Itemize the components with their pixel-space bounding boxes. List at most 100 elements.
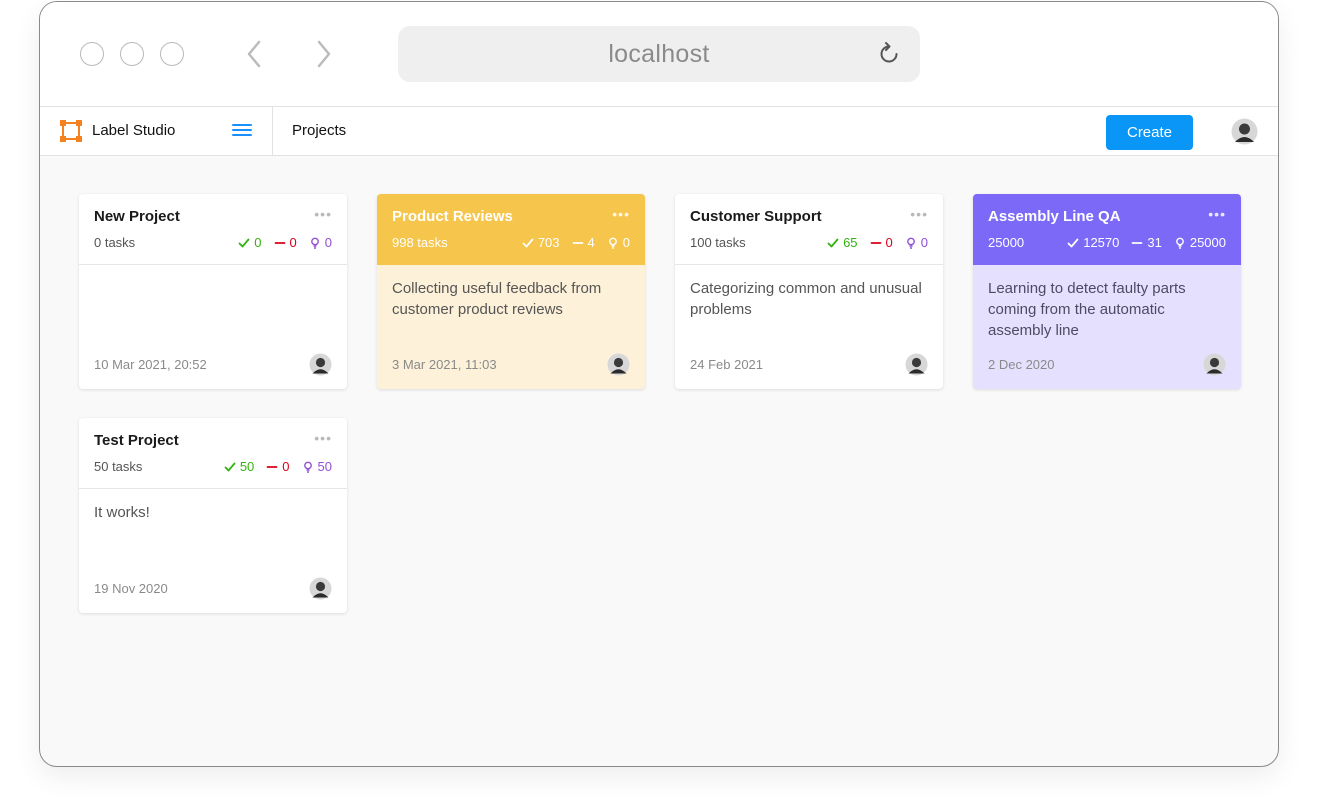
project-date: 2 Dec 2020: [988, 357, 1055, 372]
predictions-count: 50: [317, 459, 332, 474]
forward-arrow-icon[interactable]: [312, 38, 336, 70]
project-owner-avatar: [309, 353, 332, 376]
predictions-stat: 0: [607, 235, 630, 250]
predictions-stat: 0: [905, 235, 928, 250]
window-maximize-dot[interactable]: [160, 42, 184, 66]
skipped-count: 4: [587, 235, 595, 250]
label-studio-logo-icon: [60, 120, 82, 142]
project-card-test-project[interactable]: Test Project ••• 50 tasks 50 0 50 It wor…: [79, 418, 347, 613]
window-close-dot[interactable]: [80, 42, 104, 66]
project-title: Assembly Line QA: [988, 208, 1121, 225]
completed-count: 65: [843, 235, 858, 250]
project-task-count: 100 tasks: [690, 235, 746, 250]
predictions-count: 0: [920, 235, 928, 250]
project-date: 19 Nov 2020: [94, 581, 168, 596]
project-date: 3 Mar 2021, 11:03: [392, 357, 497, 372]
project-card-assembly-line-qa[interactable]: Assembly Line QA ••• 25000 12570 31 2500…: [973, 194, 1241, 389]
predictions-count: 0: [324, 235, 332, 250]
project-date: 10 Mar 2021, 20:52: [94, 357, 207, 372]
project-task-count: 50 tasks: [94, 459, 143, 474]
project-card-new-project[interactable]: New Project ••• 0 tasks 0 0 0 10 Mar 202…: [79, 194, 347, 389]
project-owner-avatar: [309, 577, 332, 600]
project-description: It works!: [94, 504, 150, 521]
reload-icon[interactable]: [876, 41, 902, 67]
skipped-count: 31: [1147, 235, 1162, 250]
skipped-stat: 4: [572, 235, 595, 250]
project-card-header: Assembly Line QA ••• 25000 12570 31 2500…: [973, 194, 1241, 265]
project-owner-avatar: [905, 353, 928, 376]
project-stats: 703 4 0: [522, 235, 630, 250]
project-card-header: New Project ••• 0 tasks 0 0 0: [79, 194, 347, 265]
lightbulb-icon: [303, 461, 312, 473]
project-description: Categorizing common and unusual problems: [690, 280, 922, 318]
project-menu-icon[interactable]: •••: [314, 206, 332, 222]
completed-stat: 0: [238, 235, 262, 250]
project-card-header: Customer Support ••• 100 tasks 65 0 0: [675, 194, 943, 265]
project-menu-icon[interactable]: •••: [612, 206, 630, 222]
browser-window: localhost Label Studio Projects Create N…: [39, 1, 1279, 767]
completed-stat: 65: [827, 235, 858, 250]
minus-icon: [1131, 241, 1143, 244]
project-date: 24 Feb 2021: [690, 357, 764, 372]
user-avatar[interactable]: [1231, 118, 1258, 145]
hamburger-menu-icon[interactable]: [232, 121, 252, 141]
project-description: Collecting useful feedback from customer…: [392, 280, 602, 318]
predictions-count: 0: [622, 235, 630, 250]
skipped-count: 0: [885, 235, 893, 250]
completed-stat: 50: [224, 459, 254, 474]
breadcrumb-projects[interactable]: Projects: [292, 122, 346, 139]
check-icon: [827, 238, 839, 247]
project-title: Test Project: [94, 432, 179, 449]
skipped-stat: 0: [274, 235, 297, 250]
back-arrow-icon[interactable]: [242, 38, 266, 70]
lightbulb-icon: [1175, 237, 1184, 249]
project-menu-icon[interactable]: •••: [1208, 206, 1226, 222]
skipped-stat: 31: [1131, 235, 1162, 250]
project-description: Learning to detect faulty parts coming f…: [988, 280, 1186, 339]
app-header: Label Studio Projects Create: [40, 107, 1278, 156]
predictions-count: 25000: [1189, 235, 1226, 250]
project-menu-icon[interactable]: •••: [314, 430, 332, 446]
lightbulb-icon: [608, 237, 617, 249]
project-card-header: Product Reviews ••• 998 tasks 703 4 0: [377, 194, 645, 265]
completed-count: 0: [254, 235, 262, 250]
minus-icon: [266, 465, 278, 468]
check-icon: [1067, 238, 1079, 247]
project-task-count: 25000: [988, 235, 1025, 250]
address-url: localhost: [608, 39, 710, 68]
browser-toolbar: localhost: [40, 2, 1278, 107]
lightbulb-icon: [310, 237, 319, 249]
project-title: Customer Support: [690, 208, 822, 225]
predictions-stat: 0: [309, 235, 332, 250]
project-menu-icon[interactable]: •••: [910, 206, 928, 222]
project-card-header: Test Project ••• 50 tasks 50 0 50: [79, 418, 347, 489]
completed-count: 12570: [1083, 235, 1120, 250]
project-stats: 12570 31 25000: [1067, 235, 1226, 250]
skipped-stat: 0: [870, 235, 893, 250]
check-icon: [224, 462, 236, 471]
create-project-button[interactable]: Create: [1106, 115, 1193, 150]
project-stats: 0 0 0: [238, 235, 332, 250]
skipped-stat: 0: [266, 459, 290, 474]
completed-stat: 703: [522, 235, 560, 250]
project-card-product-reviews[interactable]: Product Reviews ••• 998 tasks 703 4 0 Co…: [377, 194, 645, 389]
completed-stat: 12570: [1067, 235, 1119, 250]
completed-count: 50: [239, 459, 255, 474]
project-title: New Project: [94, 208, 180, 225]
header-divider: [272, 107, 273, 156]
project-card-customer-support[interactable]: Customer Support ••• 100 tasks 65 0 0 Ca…: [675, 194, 943, 389]
minus-icon: [572, 241, 583, 244]
completed-count: 703: [537, 235, 560, 250]
minus-icon: [870, 241, 881, 244]
window-minimize-dot[interactable]: [120, 42, 144, 66]
project-task-count: 998 tasks: [392, 235, 448, 250]
app-name: Label Studio: [92, 122, 176, 139]
lightbulb-icon: [906, 237, 915, 249]
check-icon: [522, 238, 534, 247]
project-stats: 50 0 50: [224, 459, 332, 474]
minus-icon: [274, 241, 285, 244]
address-bar[interactable]: localhost: [398, 26, 920, 82]
project-owner-avatar: [1203, 353, 1226, 376]
check-icon: [238, 238, 250, 247]
predictions-stat: 25000: [1174, 235, 1226, 250]
